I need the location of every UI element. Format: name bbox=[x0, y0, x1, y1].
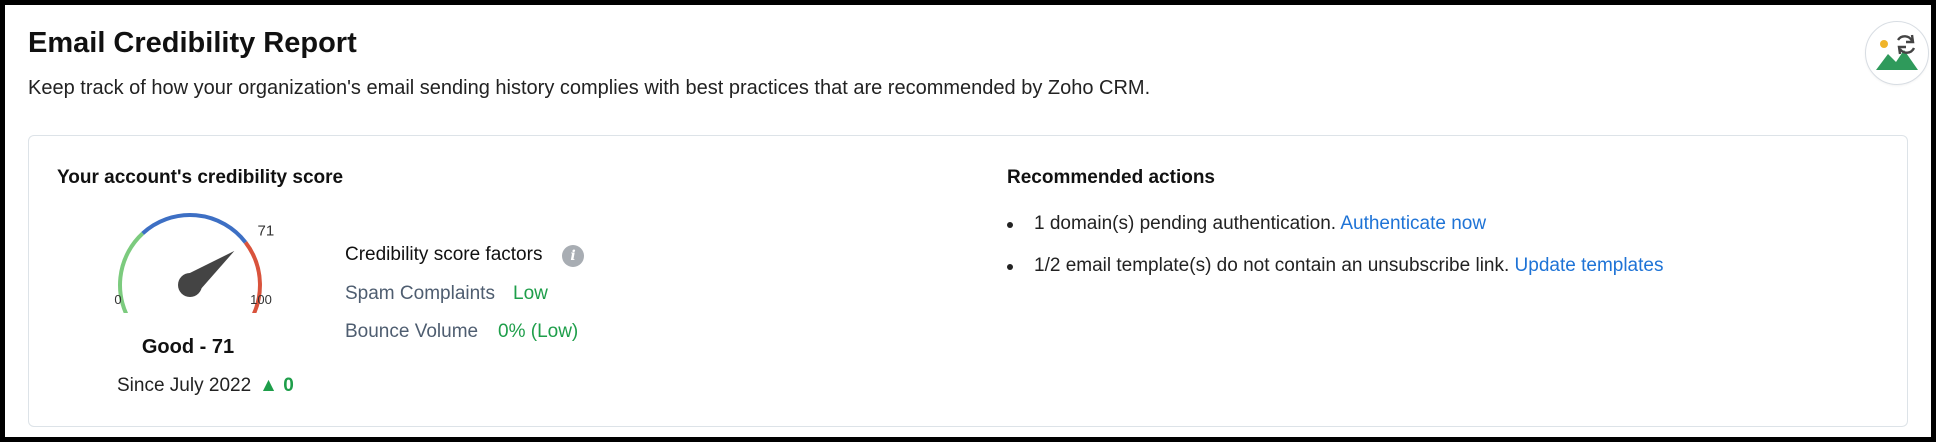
credibility-gauge: 0 100 71 bbox=[114, 213, 275, 313]
bullet-icon bbox=[1007, 222, 1013, 228]
action-text: 1/2 email template(s) do not contain an … bbox=[1034, 255, 1510, 276]
factor-bounce-volume-label: Bounce Volume bbox=[345, 321, 479, 342]
gauge-max-label: 100 bbox=[250, 292, 272, 307]
gauge-arc-low bbox=[118, 231, 145, 313]
since-text: Since July 2022 bbox=[117, 375, 252, 396]
gauge-arc-mid bbox=[141, 213, 248, 244]
gauge-hub bbox=[178, 273, 202, 297]
image-refresh-button[interactable] bbox=[1865, 21, 1929, 85]
info-icon[interactable]: i bbox=[562, 245, 584, 267]
recommended-action-item: 1/2 email template(s) do not contain an … bbox=[1007, 255, 1663, 297]
factors-title: Credibility score factors bbox=[345, 244, 543, 265]
delta-value: 0 bbox=[283, 375, 294, 396]
page-description: Keep track of how your organization's em… bbox=[28, 77, 1151, 99]
since-label: Since July 2022 ▲ 0 bbox=[117, 375, 294, 397]
factor-bounce-volume-value: 0% (Low) bbox=[498, 321, 579, 342]
score-delta: ▲ 0 bbox=[259, 375, 294, 396]
gauge-value-label: 71 bbox=[258, 223, 275, 240]
page-title: Email Credibility Report bbox=[28, 27, 357, 59]
action-text: 1 domain(s) pending authentication. bbox=[1034, 213, 1337, 234]
factor-spam-complaints-value: Low bbox=[513, 283, 548, 304]
factor-spam-complaints-label: Spam Complaints bbox=[345, 283, 495, 304]
bullet-icon bbox=[1007, 264, 1013, 270]
recommended-actions-heading: Recommended actions bbox=[1007, 167, 1215, 188]
gauge-min-label: 0 bbox=[114, 292, 121, 307]
report-frame: Email Credibility Report Keep track of h… bbox=[0, 0, 1936, 442]
recommended-actions-list: 1 domain(s) pending authentication. Auth… bbox=[1007, 213, 1663, 297]
image-refresh-icon bbox=[1876, 34, 1918, 70]
recommended-action-item: 1 domain(s) pending authentication. Auth… bbox=[1007, 213, 1663, 255]
authenticate-now-link[interactable]: Authenticate now bbox=[1340, 213, 1486, 234]
update-templates-link[interactable]: Update templates bbox=[1515, 255, 1664, 276]
up-arrow-icon: ▲ bbox=[259, 375, 278, 396]
score-heading: Your account's credibility score bbox=[57, 167, 344, 188]
grade-label: Good - 71 bbox=[141, 336, 235, 358]
